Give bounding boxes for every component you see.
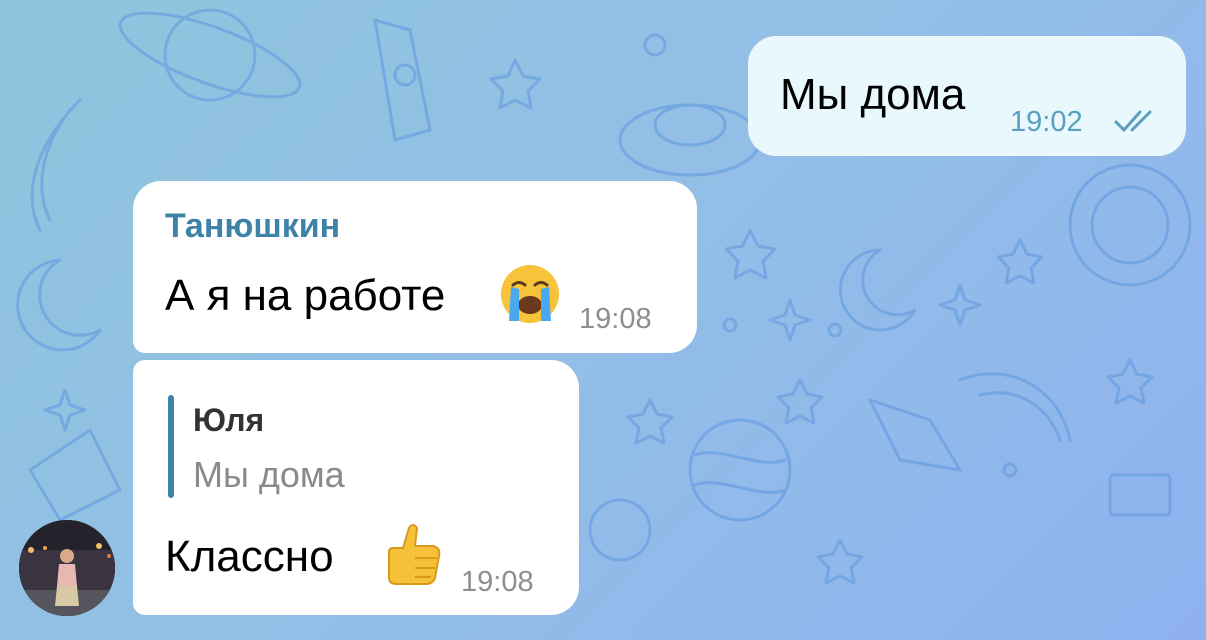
sender-avatar[interactable] bbox=[19, 520, 115, 616]
outgoing-message-bubble[interactable]: Мы дома 19:02 bbox=[748, 36, 1186, 156]
reply-quoted-text[interactable]: Мы дома bbox=[193, 454, 345, 496]
message-time: 19:08 bbox=[579, 303, 652, 335]
message-time: 19:08 bbox=[461, 566, 534, 598]
thumbs-up-icon bbox=[388, 524, 441, 585]
incoming-message-bubble[interactable]: Танюшкин А я на работе 19:08 bbox=[133, 181, 697, 353]
message-time: 19:02 bbox=[1010, 106, 1083, 138]
message-text: Мы дома bbox=[780, 70, 966, 119]
double-check-icon bbox=[1114, 110, 1152, 132]
reply-sender-name[interactable]: Юля bbox=[193, 402, 264, 439]
loudly-crying-face-icon bbox=[501, 265, 559, 323]
incoming-message-bubble[interactable]: Юля Мы дома Классно 19:08 bbox=[133, 360, 579, 615]
message-text: А я на работе bbox=[165, 271, 446, 320]
avatar-photo bbox=[19, 520, 115, 616]
reply-quote-bar bbox=[168, 395, 174, 498]
sender-name[interactable]: Танюшкин bbox=[165, 207, 340, 246]
message-text: Классно bbox=[165, 532, 334, 581]
